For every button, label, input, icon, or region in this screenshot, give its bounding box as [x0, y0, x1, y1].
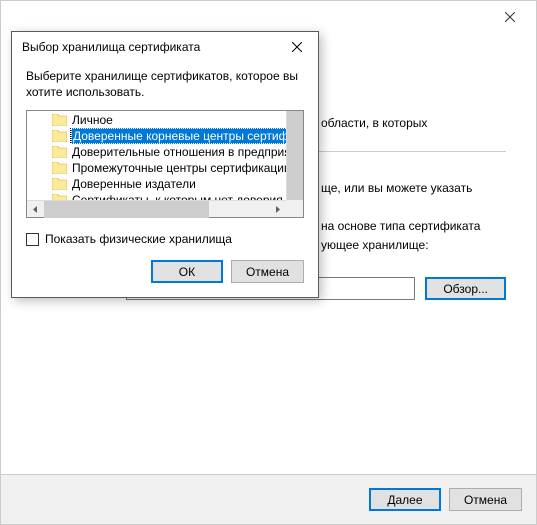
scroll-left-button[interactable]: [27, 201, 44, 218]
wizard-text-fragment: ующее хранилище:: [321, 238, 429, 252]
wizard-text-fragment: на основе типа сертификата: [321, 219, 480, 233]
dialog-description: Выберите хранилище сертификатов, которое…: [26, 68, 304, 100]
wizard-footer: Далее Отмена: [1, 474, 536, 524]
tree-item-label: Личное: [71, 113, 114, 127]
dialog-title: Выбор хранилища сертификата: [22, 40, 200, 54]
folder-icon: [51, 145, 67, 159]
wizard-text-fragment: ще, или вы можете указать: [321, 181, 472, 195]
folder-icon: [51, 161, 67, 175]
dialog-titlebar: Выбор хранилища сертификата: [12, 32, 318, 62]
ok-button[interactable]: ОК: [151, 260, 223, 283]
chevron-right-icon: [274, 206, 281, 213]
tree-item[interactable]: Доверенные корневые центры сертификации: [27, 128, 303, 144]
tree-item-label: Сертификаты, к которым нет доверия: [71, 193, 284, 200]
scrollbar-thumb[interactable]: [287, 111, 303, 200]
folder-icon: [51, 129, 67, 143]
wizard-cancel-button[interactable]: Отмена: [449, 488, 522, 511]
show-physical-checkbox[interactable]: [26, 233, 39, 246]
folder-icon: [51, 113, 67, 127]
tree-item[interactable]: Доверительные отношения в предприятии: [27, 144, 303, 160]
tree-item[interactable]: Доверенные издатели: [27, 176, 303, 192]
dialog-cancel-button[interactable]: Отмена: [231, 260, 304, 283]
dialog-close-button[interactable]: [278, 35, 316, 59]
cert-store-dialog: Выбор хранилища сертификата Выберите хра…: [11, 31, 319, 298]
tree-item-label: Доверенные издатели: [71, 177, 197, 191]
tree-item[interactable]: Личное: [27, 112, 303, 128]
close-icon: [292, 42, 302, 52]
show-physical-label: Показать физические хранилища: [45, 232, 232, 246]
scrollbar-corner: [286, 200, 303, 217]
scrollbar-thumb[interactable]: [44, 201, 209, 218]
chevron-left-icon: [32, 206, 39, 213]
tree-item-label: Доверенные корневые центры сертификации: [71, 128, 303, 144]
horizontal-scrollbar[interactable]: [27, 200, 286, 217]
wizard-text-fragment: области, в которых: [321, 116, 427, 130]
show-physical-row: Показать физические хранилища: [26, 232, 304, 246]
folder-icon: [51, 193, 67, 200]
dialog-buttons: ОК Отмена: [26, 260, 304, 283]
tree-item[interactable]: Сертификаты, к которым нет доверия: [27, 192, 303, 200]
tree-item-label: Доверительные отношения в предприятии: [71, 145, 303, 159]
tree-scroll-area: ЛичноеДоверенные корневые центры сертифи…: [27, 111, 303, 200]
tree-item-label: Промежуточные центры сертификации: [71, 161, 292, 175]
dialog-content: Выберите хранилище сертификатов, которое…: [12, 62, 318, 297]
cert-store-tree: ЛичноеДоверенные корневые центры сертифи…: [26, 110, 304, 218]
scroll-right-button[interactable]: [269, 201, 286, 218]
next-button[interactable]: Далее: [369, 488, 441, 511]
tree-item[interactable]: Промежуточные центры сертификации: [27, 160, 303, 176]
folder-icon: [51, 177, 67, 191]
browse-button[interactable]: Обзор...: [425, 277, 506, 300]
vertical-scrollbar[interactable]: [286, 111, 303, 200]
tree-list: ЛичноеДоверенные корневые центры сертифи…: [27, 111, 303, 200]
